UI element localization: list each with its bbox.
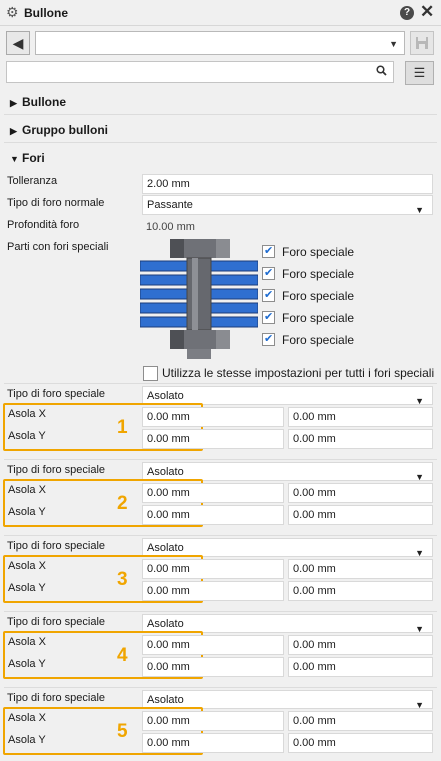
utilizza-label: Utilizza le stesse impostazioni per tutt… xyxy=(162,366,435,380)
special-hole-checkbox[interactable] xyxy=(262,310,275,324)
special-hole-checkbox[interactable] xyxy=(262,266,275,280)
properties-combo[interactable]: ▼ xyxy=(35,31,405,55)
asola-y2-field[interactable]: 0.00 mm xyxy=(288,429,433,449)
gear-icon: ⚙ xyxy=(6,4,19,20)
asola-x1-field[interactable]: 0.00 mm xyxy=(142,711,284,731)
title-bar: ⚙ Bullone ? ✕ xyxy=(0,0,441,26)
section-label: Fori xyxy=(22,151,45,165)
asola-y-label: Asola Y xyxy=(8,734,46,746)
tolleranza-label: Tolleranza xyxy=(7,175,58,187)
asola-x-label: Asola X xyxy=(8,712,46,724)
asola-y2-field[interactable]: 0.00 mm xyxy=(288,581,433,601)
special-hole-label: Foro speciale xyxy=(282,267,355,281)
asola-y1-field[interactable]: 0.00 mm xyxy=(142,657,284,677)
asola-y2-field[interactable]: 0.00 mm xyxy=(288,657,433,677)
asola-x2-field[interactable]: 0.00 mm xyxy=(288,407,433,427)
profondita-value: 10.00 mm xyxy=(146,221,195,233)
asola-y1-field[interactable]: 0.00 mm xyxy=(142,429,284,449)
section-label: Bullone xyxy=(22,95,66,109)
menu-button[interactable]: ☰ xyxy=(405,61,434,85)
asola-x2-field[interactable]: 0.00 mm xyxy=(288,635,433,655)
asola-y-label: Asola Y xyxy=(8,582,46,594)
hole-number: 1 xyxy=(117,417,128,438)
tipo-foro-speciale-label: Tipo di foro speciale xyxy=(7,692,106,704)
special-hole-checkbox[interactable] xyxy=(262,244,275,258)
section-bullone[interactable]: ▶ Bullone xyxy=(10,95,66,109)
chevron-down-icon: ▼ xyxy=(389,39,398,49)
profondita-label: Profondità foro xyxy=(7,219,80,231)
divider xyxy=(4,611,437,612)
asola-x-label: Asola X xyxy=(8,484,46,496)
tipo-foro-normale-select[interactable]: Passante ▼ xyxy=(142,195,433,215)
asola-y-label: Asola Y xyxy=(8,658,46,670)
select-value: Passante xyxy=(147,199,193,211)
hole-number: 4 xyxy=(117,645,128,666)
asola-y2-field[interactable]: 0.00 mm xyxy=(288,505,433,525)
hole-number: 2 xyxy=(117,493,128,514)
divider xyxy=(4,535,437,536)
back-button[interactable]: ◀ xyxy=(6,31,30,55)
asola-y1-field[interactable]: 0.00 mm xyxy=(142,581,284,601)
triangle-down-icon: ▼ xyxy=(10,154,19,164)
utilizza-checkbox[interactable] xyxy=(143,366,158,381)
tipo-foro-speciale-label: Tipo di foro speciale xyxy=(7,616,106,628)
search-input[interactable] xyxy=(6,61,394,83)
asola-x-label: Asola X xyxy=(8,408,46,420)
select-value: Asolato xyxy=(147,542,184,554)
asola-x-label: Asola X xyxy=(8,636,46,648)
save-icon xyxy=(416,37,428,49)
special-hole-label: Foro speciale xyxy=(282,333,355,347)
asola-x2-field[interactable]: 0.00 mm xyxy=(288,559,433,579)
asola-y-label: Asola Y xyxy=(8,506,46,518)
asola-x1-field[interactable]: 0.00 mm xyxy=(142,407,284,427)
search-icon xyxy=(376,65,387,79)
triangle-right-icon: ▶ xyxy=(10,126,17,136)
asola-y1-field[interactable]: 0.00 mm xyxy=(142,505,284,525)
triangle-right-icon: ▶ xyxy=(10,98,17,108)
section-fori[interactable]: ▼ Fori xyxy=(10,151,45,165)
save-button[interactable] xyxy=(410,31,434,55)
special-hole-checkbox[interactable] xyxy=(262,332,275,346)
hole-number: 5 xyxy=(117,721,128,742)
close-icon[interactable]: ✕ xyxy=(420,2,434,22)
special-hole-label: Foro speciale xyxy=(282,289,355,303)
select-value: Asolato xyxy=(147,618,184,630)
section-gruppo-bulloni[interactable]: ▶ Gruppo bulloni xyxy=(10,123,108,137)
asola-y1-field[interactable]: 0.00 mm xyxy=(142,733,284,753)
divider xyxy=(4,459,437,460)
tipo-foro-speciale-label: Tipo di foro speciale xyxy=(7,388,106,400)
asola-y2-field[interactable]: 0.00 mm xyxy=(288,733,433,753)
asola-x-label: Asola X xyxy=(8,560,46,572)
chevron-down-icon: ▼ xyxy=(415,205,424,215)
select-value: Asolato xyxy=(147,466,184,478)
asola-y-label: Asola Y xyxy=(8,430,46,442)
asola-x1-field[interactable]: 0.00 mm xyxy=(142,483,284,503)
window-title: Bullone xyxy=(24,6,68,20)
tipo-foro-speciale-label: Tipo di foro speciale xyxy=(7,540,106,552)
special-hole-checkbox[interactable] xyxy=(262,288,275,302)
tipo-foro-normale-label: Tipo di foro normale xyxy=(7,197,105,209)
help-icon[interactable]: ? xyxy=(400,6,414,20)
divider xyxy=(4,142,437,143)
special-hole-label: Foro speciale xyxy=(282,311,355,325)
tipo-foro-speciale-label: Tipo di foro speciale xyxy=(7,464,106,476)
hole-number: 3 xyxy=(117,569,128,590)
select-value: Asolato xyxy=(147,390,184,402)
tolleranza-field[interactable]: 2.00 mm xyxy=(142,174,433,194)
asola-x2-field[interactable]: 0.00 mm xyxy=(288,483,433,503)
divider xyxy=(4,687,437,688)
asola-x1-field[interactable]: 0.00 mm xyxy=(142,559,284,579)
bolt-illustration xyxy=(140,239,258,359)
special-hole-label: Foro speciale xyxy=(282,245,355,259)
asola-x2-field[interactable]: 0.00 mm xyxy=(288,711,433,731)
section-label: Gruppo bulloni xyxy=(22,123,108,137)
asola-x1-field[interactable]: 0.00 mm xyxy=(142,635,284,655)
parti-label: Parti con fori speciali xyxy=(7,241,109,253)
divider xyxy=(4,114,437,115)
select-value: Asolato xyxy=(147,694,184,706)
divider xyxy=(4,383,437,384)
